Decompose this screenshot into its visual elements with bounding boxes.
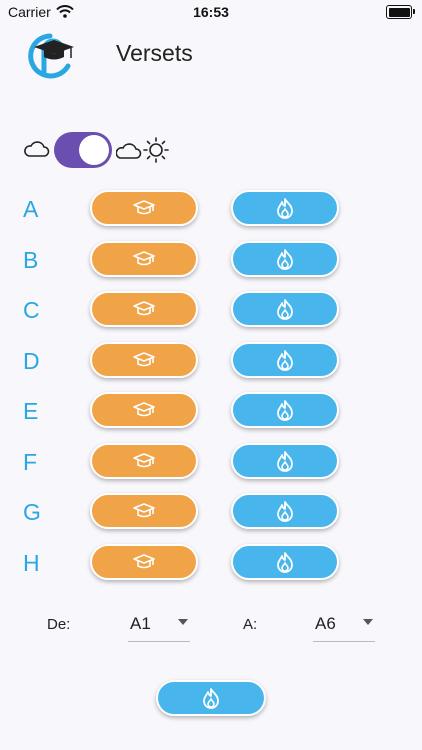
theme-switch[interactable] [54, 132, 112, 168]
row-letter: F [23, 448, 38, 475]
learn-button[interactable] [90, 442, 198, 479]
practice-button[interactable] [231, 240, 339, 277]
learn-button[interactable] [90, 392, 198, 428]
to-label: A: [243, 616, 258, 633]
verse-row: H [0, 543, 422, 582]
page-title: Versets [116, 40, 193, 66]
practice-button[interactable] [231, 341, 339, 378]
row-letter: B [23, 246, 39, 273]
to-value: A6 [315, 614, 336, 633]
range-selector: De: A1 A: A6 [0, 605, 422, 645]
flame-icon [277, 551, 293, 573]
learn-button[interactable] [90, 190, 198, 226]
row-letter: D [23, 347, 40, 374]
from-select[interactable]: A1 [128, 605, 190, 642]
flame-icon [277, 400, 293, 421]
flame-icon [203, 688, 219, 709]
practice-button[interactable] [231, 442, 339, 479]
graduation-cap-icon [133, 553, 155, 568]
graduation-cap-icon [133, 503, 155, 518]
verse-row: G [0, 493, 422, 531]
battery-icon [386, 5, 415, 19]
switch-knob [79, 135, 109, 165]
row-letter: H [23, 549, 40, 576]
practice-range-button[interactable] [156, 680, 266, 716]
learn-button[interactable] [90, 291, 198, 327]
to-select[interactable]: A6 [313, 605, 375, 642]
verse-row: A [0, 190, 422, 228]
practice-button[interactable] [231, 392, 339, 428]
graduation-cap-icon [133, 452, 155, 467]
flame-icon [277, 349, 293, 371]
flame-icon [277, 248, 293, 270]
practice-button[interactable] [231, 493, 339, 529]
clock: 16:53 [193, 4, 229, 20]
flame-icon [277, 450, 293, 472]
graduation-cap-icon [133, 250, 155, 265]
row-letter: C [23, 297, 40, 323]
learn-button[interactable] [90, 543, 198, 580]
row-letter: G [23, 499, 41, 525]
cloud-sun-icon [116, 137, 169, 163]
chevron-down-icon [178, 619, 188, 625]
learn-button[interactable] [90, 240, 198, 277]
learn-button[interactable] [90, 341, 198, 378]
app-logo [28, 33, 74, 79]
status-bar: Carrier 16:53 [0, 0, 422, 24]
flame-icon [277, 501, 293, 522]
graduation-cap-icon [133, 351, 155, 366]
verse-row: E [0, 392, 422, 430]
flame-icon [277, 198, 293, 219]
graduation-cap-icon [133, 200, 155, 215]
verse-row: F [0, 442, 422, 481]
practice-button[interactable] [231, 543, 339, 580]
verse-row: D [0, 341, 422, 380]
verse-row: B [0, 240, 422, 279]
learn-button[interactable] [90, 493, 198, 529]
practice-button[interactable] [231, 291, 339, 327]
from-label: De: [47, 616, 71, 633]
chevron-down-icon [363, 619, 373, 625]
graduation-cap-icon [133, 301, 155, 316]
cloud-icon [24, 141, 50, 157]
row-letter: A [23, 196, 39, 222]
verse-row: C [0, 291, 422, 329]
from-value: A1 [130, 614, 151, 633]
practice-button[interactable] [231, 190, 339, 226]
flame-icon [277, 299, 293, 320]
graduation-cap-icon [133, 402, 155, 417]
row-letter: E [23, 398, 39, 424]
